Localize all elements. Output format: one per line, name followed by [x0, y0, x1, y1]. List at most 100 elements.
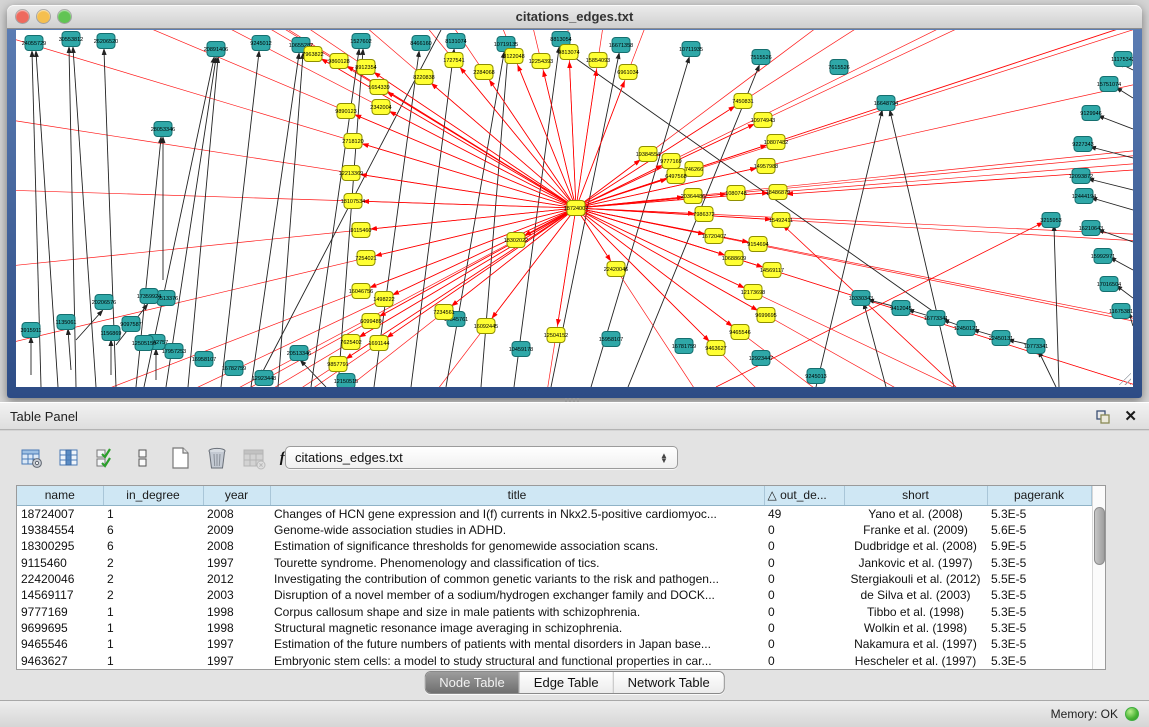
table-tabs: Node TableEdge TableNetwork Table — [424, 671, 725, 694]
network-window: citations_edges.txt 24055729305538122620… — [7, 5, 1142, 398]
graph-node-label: 10459178 — [509, 347, 533, 353]
node-table: namein_degreeyeartitle△ out_de...shortpa… — [16, 485, 1106, 670]
graph-node-label: 9777169 — [660, 159, 681, 165]
table-row[interactable]: 977716911998Corpus callosum shape and si… — [17, 604, 1091, 620]
table-cell: 1997 — [203, 653, 270, 669]
graph-edge — [375, 73, 576, 208]
table-cell: 0 — [764, 620, 844, 636]
table-cell: 1998 — [203, 620, 270, 636]
table-cell: 0 — [764, 636, 844, 652]
table-panel-header: Table Panel ✕ — [0, 402, 1149, 430]
graph-node-label: 9890123 — [335, 109, 356, 115]
graph-node-label: 12923447 — [749, 356, 773, 362]
graph-node-label: 20364486 — [681, 194, 705, 200]
column-header-year[interactable]: year — [203, 486, 270, 505]
column-header-pagerank[interactable]: pagerank — [987, 486, 1091, 505]
graph-node-label: 3915911 — [20, 328, 41, 334]
table-row[interactable]: 946554611997Estimation of the future num… — [17, 636, 1091, 652]
column-header-name[interactable]: name — [17, 486, 103, 505]
graph-edge — [73, 48, 96, 387]
graph-edge — [394, 208, 576, 294]
table-cell: 5.3E-5 — [987, 604, 1091, 620]
table-settings-icon[interactable] — [18, 443, 46, 473]
table-scrollbar-thumb[interactable] — [1094, 507, 1105, 565]
table-cell: 9699695 — [17, 620, 103, 636]
graph-node-label: 11175342 — [1111, 57, 1133, 63]
delete-icon[interactable] — [203, 443, 231, 473]
graph-edge — [16, 208, 576, 361]
table-row[interactable]: 1456911722003Disruption of a novel membe… — [17, 587, 1091, 603]
graph-node-label: 10711935 — [679, 47, 703, 53]
table-cell: 14569117 — [17, 587, 103, 603]
graph-node-label: 1727541 — [443, 58, 464, 64]
table-cell: Structural magnetic resonance image aver… — [270, 620, 764, 636]
close-panel-icon[interactable]: ✕ — [1124, 407, 1137, 426]
graph-node-label: 1498222 — [373, 297, 394, 303]
graph-edge — [1091, 147, 1133, 158]
tab-edge-table[interactable]: Edge Table — [519, 672, 613, 693]
graph-edge — [461, 68, 576, 208]
rows-icon[interactable] — [129, 443, 157, 473]
table-cell: 5.6E-5 — [987, 522, 1091, 538]
graph-node-label: 20891406 — [204, 47, 228, 53]
graph-edge — [490, 81, 576, 208]
graph-node-label: 12450121 — [954, 326, 978, 332]
new-file-icon[interactable] — [166, 443, 194, 473]
table-row[interactable]: 1938455462009Genome-wide association stu… — [17, 522, 1091, 538]
graph-node-label: 7615526 — [828, 65, 849, 71]
import-table-icon[interactable] — [240, 443, 268, 473]
table-cell: 19384554 — [17, 522, 103, 538]
graph-node-label: 10330343 — [849, 296, 873, 302]
row-check-icon[interactable] — [92, 443, 120, 473]
table-row[interactable]: 1830029562008Estimation of significance … — [17, 538, 1091, 554]
graph-node-label: 16781759 — [672, 344, 696, 350]
column-select-icon[interactable] — [55, 443, 83, 473]
table-cell: 18300295 — [17, 538, 103, 554]
network-selector-value: citations_edges.txt — [286, 450, 655, 465]
table-cell: 0 — [764, 604, 844, 620]
table-row[interactable]: 2242004622012Investigating the contribut… — [17, 571, 1091, 587]
graph-node-label: 6961034 — [617, 70, 638, 76]
table-panel-title: Table Panel — [10, 403, 78, 430]
table-row[interactable]: 969969511998Structural magnetic resonanc… — [17, 620, 1091, 636]
graph-node-label: 12923448 — [252, 376, 276, 382]
graph-node-label: 9860128 — [328, 59, 349, 65]
network-graph[interactable]: 2405572930553812262065202089140692450121… — [16, 30, 1133, 387]
column-header-out_de[interactable]: △ out_de... — [764, 486, 844, 505]
table-row[interactable]: 946362711997Embryonic stem cells: a mode… — [17, 653, 1091, 669]
table-scrollbar[interactable] — [1092, 486, 1106, 669]
graph-node-label: 9097587 — [120, 322, 141, 328]
graph-node-label: 22420046 — [604, 267, 628, 273]
table-cell: 5.3E-5 — [987, 653, 1091, 669]
table-panel-body: f(x) citations_edges.txt ▲▼ namein_degre… — [0, 431, 1149, 700]
graph-node-label: 15992971 — [1091, 254, 1115, 260]
graph-node-label: 16720407 — [702, 234, 726, 240]
column-header-short[interactable]: short — [844, 486, 987, 505]
graph-node-label: 20206576 — [92, 300, 116, 306]
graph-node-label: 20513346 — [287, 351, 311, 357]
network-canvas[interactable]: 2405572930553812262065202089140692450121… — [16, 30, 1133, 387]
table-row[interactable]: 1872400712008Changes of HCN gene express… — [17, 505, 1091, 522]
graph-edge — [166, 58, 216, 387]
column-header-title[interactable]: title — [270, 486, 764, 505]
graph-node-label: 8813054 — [550, 37, 571, 43]
graph-node-label: 9463627 — [705, 346, 726, 352]
graph-node-label: 15854093 — [586, 58, 610, 64]
network-selector[interactable]: citations_edges.txt ▲▼ — [285, 446, 678, 469]
column-header-in_degree[interactable]: in_degree — [103, 486, 203, 505]
float-panel-icon[interactable] — [1095, 409, 1111, 425]
graph-node-label: 14569117 — [760, 268, 784, 274]
graph-node-label: 18107534 — [341, 199, 365, 205]
tab-network-table[interactable]: Network Table — [613, 672, 724, 693]
tab-node-table[interactable]: Node Table — [425, 672, 519, 693]
window-titlebar[interactable]: citations_edges.txt — [7, 5, 1142, 29]
graph-edge — [561, 48, 948, 322]
graph-node-label: 10807482 — [764, 140, 788, 146]
graph-node-label: 8122048 — [503, 54, 524, 60]
graph-edge — [1089, 179, 1133, 190]
graph-node-label: 9115460 — [350, 228, 371, 234]
table-row[interactable]: 911546021997Tourette syndrome. Phenomeno… — [17, 555, 1091, 571]
graph-edge — [481, 53, 508, 387]
table-cell: 9777169 — [17, 604, 103, 620]
graph-edge — [68, 330, 71, 370]
